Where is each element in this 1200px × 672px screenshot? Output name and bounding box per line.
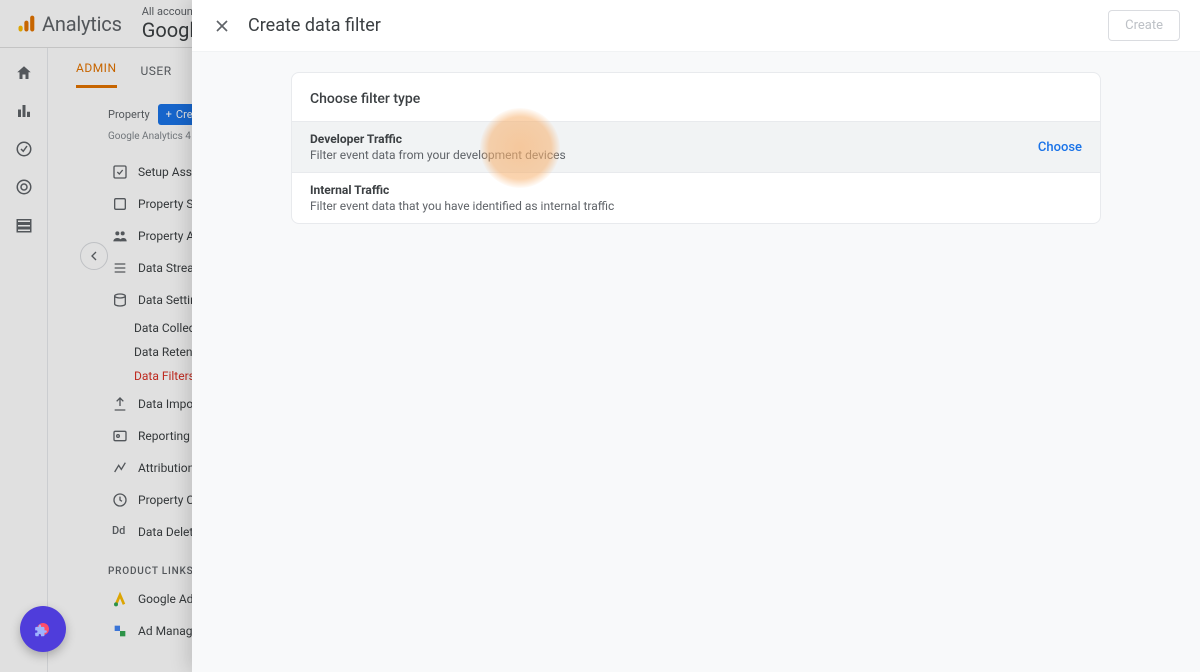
check-box-icon xyxy=(112,164,128,180)
extension-icon xyxy=(34,624,48,638)
tab-admin[interactable]: ADMIN xyxy=(76,61,117,88)
card-title: Choose filter type xyxy=(292,91,1100,121)
id-icon xyxy=(112,428,128,444)
filter-type-card: Choose filter type Developer Traffic Fil… xyxy=(291,72,1101,224)
left-rail xyxy=(0,48,48,672)
back-button[interactable] xyxy=(80,242,108,270)
analytics-logo-icon xyxy=(16,14,36,34)
filter-title: Developer Traffic xyxy=(310,132,566,146)
create-button[interactable]: Create xyxy=(1108,10,1180,41)
fab-record[interactable] xyxy=(20,606,66,652)
database-icon xyxy=(112,292,128,308)
panel-header: Create data filter Create xyxy=(192,0,1200,52)
dd-icon: Dd xyxy=(112,524,128,540)
brand-text: Analytics xyxy=(42,12,122,36)
history-icon xyxy=(112,492,128,508)
google-ads-icon xyxy=(112,591,128,607)
close-icon[interactable] xyxy=(212,16,232,36)
filter-title: Internal Traffic xyxy=(310,183,614,197)
reports-icon[interactable] xyxy=(15,102,33,120)
home-icon[interactable] xyxy=(15,64,33,82)
target-icon[interactable] xyxy=(15,178,33,196)
library-icon[interactable] xyxy=(15,216,33,234)
tab-user[interactable]: USER xyxy=(141,64,172,88)
filter-row-developer[interactable]: Developer Traffic Filter event data from… xyxy=(292,122,1100,173)
filter-list: Developer Traffic Filter event data from… xyxy=(292,121,1100,223)
logo[interactable]: Analytics xyxy=(16,12,122,36)
create-filter-panel: Create data filter Create Choose filter … xyxy=(192,0,1200,672)
arrow-left-icon xyxy=(86,248,102,264)
choose-label[interactable]: Choose xyxy=(1038,140,1082,155)
admin-tabs: ADMIN USER xyxy=(48,48,200,88)
filter-row-internal[interactable]: Internal Traffic Filter event data that … xyxy=(292,173,1100,223)
ad-manager-icon xyxy=(112,623,128,639)
panel-body: Choose filter type Developer Traffic Fil… xyxy=(192,52,1200,672)
filter-desc: Filter event data that you have identifi… xyxy=(310,199,614,213)
upload-icon xyxy=(112,396,128,412)
attribution-icon xyxy=(112,460,128,476)
settings-outline-icon xyxy=(112,196,128,212)
panel-title: Create data filter xyxy=(248,15,381,36)
streams-icon xyxy=(112,260,128,276)
plus-icon: + xyxy=(166,108,172,121)
explore-icon[interactable] xyxy=(15,140,33,158)
filter-desc: Filter event data from your development … xyxy=(310,148,566,162)
property-label: Property xyxy=(108,108,150,121)
people-icon xyxy=(112,228,128,244)
